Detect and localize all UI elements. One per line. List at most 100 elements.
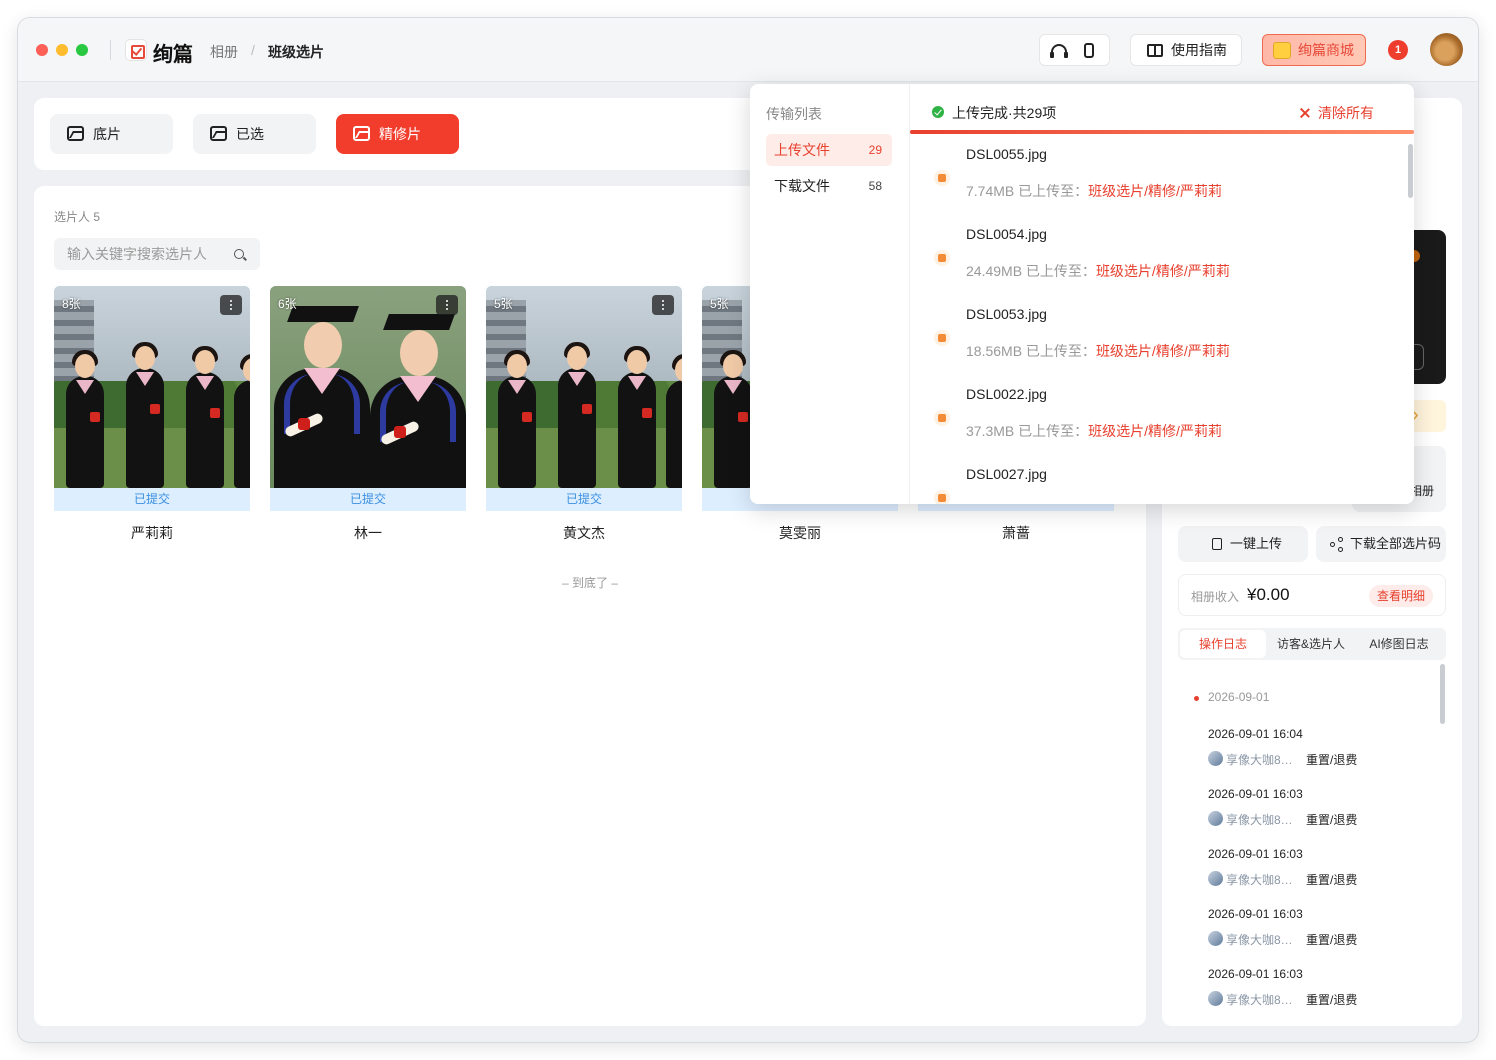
submit-status: 已提交 xyxy=(54,488,250,511)
search-icon[interactable] xyxy=(234,249,244,259)
close-window-button[interactable] xyxy=(36,44,48,56)
shop-bag-icon xyxy=(1273,42,1291,59)
file-destination-link[interactable]: 班级选片/精修/严莉莉 xyxy=(1096,263,1230,279)
one-click-upload-label: 一键上传 xyxy=(1230,536,1283,551)
picker-name: 严莉莉 xyxy=(131,525,173,541)
tab-label: 已选 xyxy=(236,126,264,142)
app-window: 绚篇 相册 / 班级选片 使用指南 绚篇商城 1 底片 已选 精修片 选片人 5… xyxy=(18,18,1478,1042)
file-size-status: 37.3MB 已上传至： xyxy=(966,423,1089,439)
avatar xyxy=(1208,871,1223,886)
more-options-icon[interactable] xyxy=(652,295,674,315)
file-size-status: 7.74MB 已上传至： xyxy=(966,183,1089,199)
menu-download-files[interactable]: 下载文件 58 xyxy=(766,170,892,202)
log-user: 享像大咖8… xyxy=(1226,933,1293,947)
file-meta: 7.74MB 已上传至：班级选片/精修/严莉莉 xyxy=(966,181,1222,201)
clear-all-button[interactable]: 清除所有 xyxy=(1300,103,1374,123)
avatar xyxy=(1208,931,1223,946)
tab-ai-retouch-log[interactable]: AI修图日志 xyxy=(1356,630,1442,658)
maximize-window-button[interactable] xyxy=(76,44,88,56)
menu-label: 下载文件 xyxy=(774,178,830,194)
avatar xyxy=(1208,811,1223,826)
mobile-phone-icon[interactable] xyxy=(1084,43,1094,58)
income-value: ¥0.00 xyxy=(1247,585,1290,604)
file-name: DSL0022.jpg xyxy=(966,386,1047,402)
file-item[interactable]: DSL0054.jpg 24.49MB 已上传至：班级选片/精修/严莉莉 xyxy=(910,216,1400,296)
photo-count: 8张 xyxy=(62,297,81,311)
file-destination-link[interactable]: 班级选片/精修/严莉莉 xyxy=(1096,343,1230,359)
store-button[interactable]: 绚篇商城 xyxy=(1262,34,1366,66)
transfer-menu: 传输列表 上传文件 29 下载文件 58 xyxy=(750,84,910,504)
user-guide-label: 使用指南 xyxy=(1171,42,1227,58)
log-entry: 2026-09-01 16:03 享像大咖8… 重置/退费 xyxy=(1208,847,1438,887)
file-destination-link[interactable]: 班级选片/精修/严莉莉 xyxy=(1088,423,1222,439)
user-avatar[interactable] xyxy=(1430,33,1463,66)
menu-upload-files[interactable]: 上传文件 29 xyxy=(766,134,892,166)
album-income-box: 相册收入 ¥0.00 查看明细 xyxy=(1178,574,1446,616)
upload-file-icon xyxy=(1212,538,1222,550)
image-check-icon xyxy=(210,126,227,141)
tab-operation-log[interactable]: 操作日志 xyxy=(1180,630,1266,658)
file-meta: 37.3MB 已上传至：班级选片/精修/严莉莉 xyxy=(966,421,1222,441)
log-entry: 2026-09-01 16:04 享像大咖8… 重置/退费 xyxy=(1208,727,1438,767)
headset-icon[interactable] xyxy=(1050,44,1068,58)
file-destination-link[interactable]: 班级选片/精修/严莉莉 xyxy=(1088,183,1222,199)
log-entry: 2026-09-01 16:03 享像大咖8… 重置/退费 xyxy=(1208,907,1438,947)
picker-name: 黄文杰 xyxy=(563,525,605,541)
image-file-icon xyxy=(934,410,950,426)
picker-search-input[interactable]: 输入关键字搜索选片人 xyxy=(54,238,260,270)
image-icon xyxy=(67,126,84,141)
file-meta: 24.49MB 已上传至：班级选片/精修/严莉莉 xyxy=(966,261,1230,281)
transfer-list-popup: 传输列表 上传文件 29 下载文件 58 上传完成·共29项 清除所有 DSL0… xyxy=(750,84,1414,504)
photo-count: 5张 xyxy=(710,297,729,311)
download-codes-button[interactable]: 下载全部选片码 xyxy=(1316,526,1446,562)
tab-visitors[interactable]: 访客&选片人 xyxy=(1268,630,1354,658)
file-item[interactable]: DSL0053.jpg 18.56MB 已上传至：班级选片/精修/严莉莉 xyxy=(910,296,1400,376)
tab-label: 精修片 xyxy=(379,126,421,142)
image-file-icon xyxy=(934,490,950,504)
log-action: 重置/退费 xyxy=(1306,873,1358,887)
minimize-window-button[interactable] xyxy=(56,44,68,56)
log-user: 享像大咖8… xyxy=(1226,753,1293,767)
submit-status: 已提交 xyxy=(486,488,682,511)
end-of-list-tip: – 到底了 – xyxy=(561,576,619,590)
more-options-icon[interactable] xyxy=(220,295,242,315)
file-item[interactable]: DSL0022.jpg 37.3MB 已上传至：班级选片/精修/严莉莉 xyxy=(910,376,1400,456)
view-detail-button[interactable]: 查看明细 xyxy=(1368,585,1433,607)
breadcrumb-album[interactable]: 相册 xyxy=(210,42,238,62)
tab-raw-photos[interactable]: 底片 xyxy=(50,114,173,154)
picker-card[interactable]: 6张 已提交 林一 xyxy=(270,286,466,543)
more-options-icon[interactable] xyxy=(436,295,458,315)
timeline-dot xyxy=(1194,696,1199,701)
log-scrollbar[interactable] xyxy=(1440,664,1445,724)
picker-name: 萧蔷 xyxy=(1002,525,1030,541)
breadcrumb-separator: / xyxy=(251,42,255,58)
log-time: 2026-09-01 16:03 xyxy=(1208,847,1303,861)
avatar xyxy=(1208,991,1223,1006)
file-item[interactable]: DSL0055.jpg 7.74MB 已上传至：班级选片/精修/严莉莉 xyxy=(910,136,1400,216)
file-size-status: 24.49MB 已上传至： xyxy=(966,263,1096,279)
picker-thumbnail[interactable]: 6张 xyxy=(270,286,466,488)
file-list-scrollbar[interactable] xyxy=(1408,144,1413,198)
pickers-count-label: 选片人 5 xyxy=(54,210,101,224)
file-item[interactable]: DSL0027.jpg xyxy=(910,456,1400,504)
picker-thumbnail[interactable]: 5张 xyxy=(486,286,682,488)
one-click-upload-button[interactable]: 一键上传 xyxy=(1178,526,1308,562)
log-time: 2026-09-01 16:03 xyxy=(1208,907,1303,921)
submit-status: 已提交 xyxy=(270,488,466,511)
photo-count: 6张 xyxy=(278,297,297,311)
close-icon xyxy=(1300,108,1310,118)
tab-retouched[interactable]: 精修片 xyxy=(336,114,459,154)
user-guide-button[interactable]: 使用指南 xyxy=(1130,34,1242,66)
notification-badge[interactable]: 1 xyxy=(1388,40,1408,60)
support-icon-group xyxy=(1039,34,1110,66)
log-action: 重置/退费 xyxy=(1306,933,1358,947)
picker-card[interactable]: 8张 已提交 严莉莉 xyxy=(54,286,250,543)
tab-selected[interactable]: 已选 xyxy=(193,114,316,154)
log-entry: 2026-09-01 16:03 享像大咖8… 重置/退费 xyxy=(1208,787,1438,827)
picker-card[interactable]: 5张 已提交 黄文杰 xyxy=(486,286,682,543)
store-label: 绚篇商城 xyxy=(1298,42,1354,58)
picker-thumbnail[interactable]: 8张 xyxy=(54,286,250,488)
file-name: DSL0027.jpg xyxy=(966,466,1047,482)
download-codes-label: 下载全部选片码 xyxy=(1350,536,1442,551)
log-entry: 2026-09-01 16:03 享像大咖8… 重置/退费 xyxy=(1208,967,1438,1007)
